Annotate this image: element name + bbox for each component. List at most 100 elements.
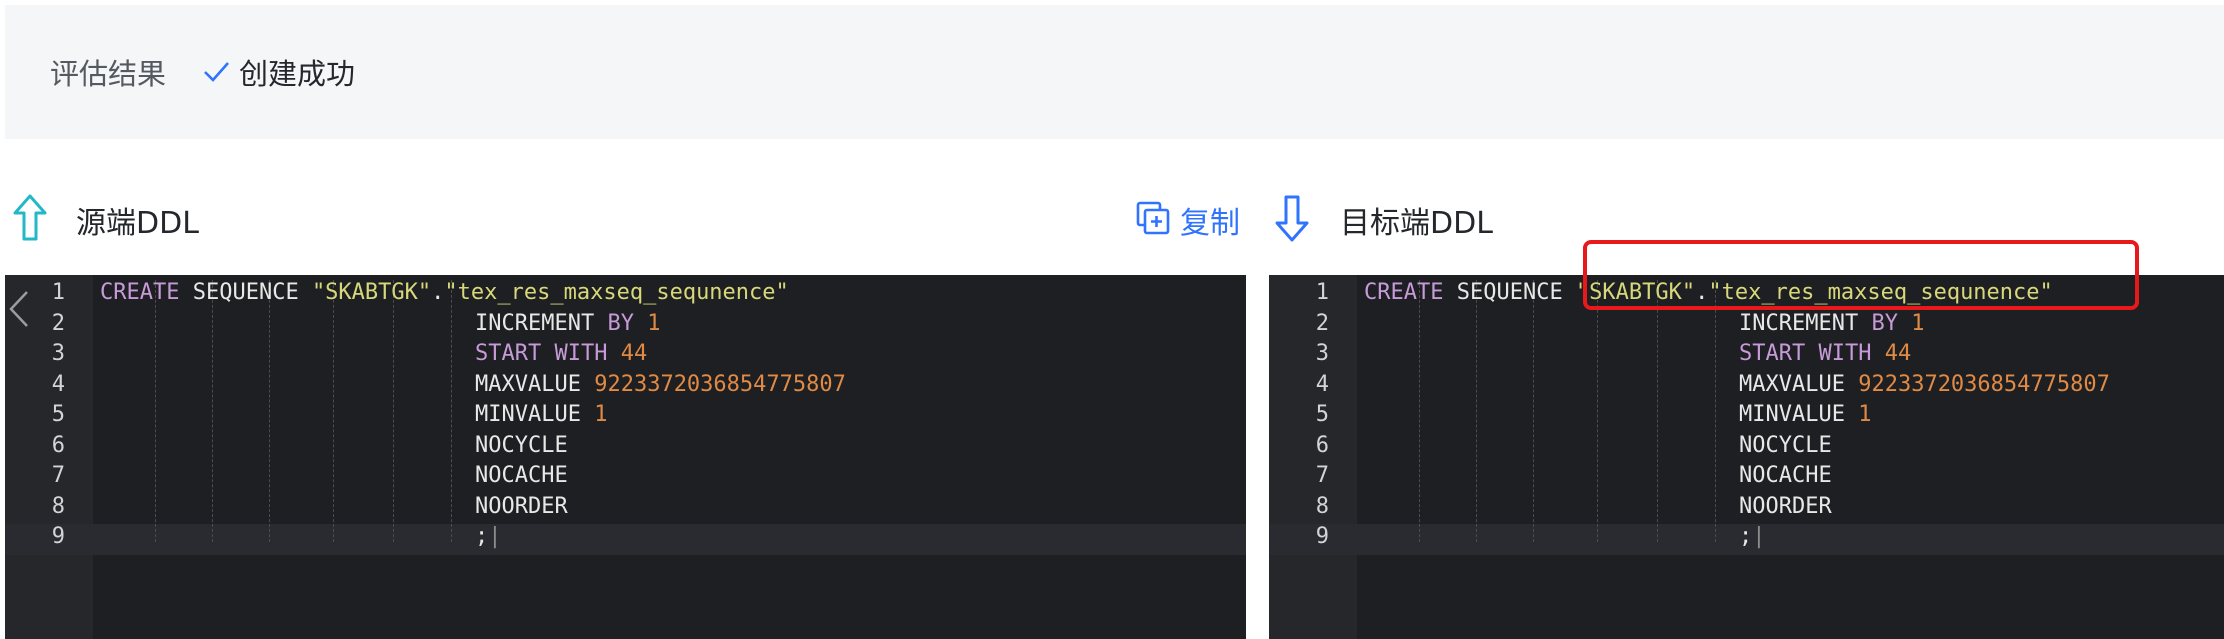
copy-button[interactable]: 复制 — [1136, 197, 1240, 243]
indent-guide — [333, 280, 334, 542]
line-number: 9 — [51, 524, 65, 549]
indent-guide — [1476, 280, 1477, 542]
code-line: ;| — [475, 522, 502, 553]
indent-guide — [393, 280, 394, 542]
code-token: 1 — [1858, 402, 1872, 427]
code-line: NOORDER — [1739, 492, 1832, 523]
indent-guide — [269, 280, 270, 542]
code-token: ; — [1739, 524, 1753, 549]
code-line: NOORDER — [475, 492, 568, 523]
code-token: INCREMENT — [1739, 310, 1872, 336]
code-token: NOORDER — [475, 493, 568, 519]
code-token: NOCACHE — [1739, 463, 1832, 488]
source-code-editor[interactable]: 1 2 3 4 5 6 7 8 9 CREATE SEQUENCE "SKABTGK"."tex_… — [5, 275, 1246, 639]
indent-guide — [1657, 280, 1658, 542]
line-number: 3 — [1315, 341, 1329, 366]
code-line: NOCYCLE — [475, 431, 568, 462]
line-number: 5 — [1315, 402, 1329, 427]
code-line: MINVALUE 1 — [475, 400, 607, 431]
code-line: MAXVALUE 9223372036854775807 — [1739, 370, 2110, 401]
code-line: ;| — [1739, 522, 1766, 553]
code-token: START WITH — [475, 341, 608, 366]
line-number: 7 — [1315, 463, 1329, 488]
code-token: BY — [1871, 310, 1898, 336]
code-token: 1 — [594, 402, 608, 427]
code-token: 9223372036854775807 — [594, 371, 846, 397]
target-code-editor[interactable]: 1 2 3 4 5 6 7 8 9 CREATE SEQUENCE "SKABTGK"."tex_… — [1269, 275, 2224, 639]
code-token: ; — [475, 524, 489, 549]
indent-guide — [1597, 280, 1598, 542]
line-number: 2 — [1315, 310, 1329, 336]
code-token: 9223372036854775807 — [1858, 371, 2110, 397]
line-number: 1 — [51, 280, 65, 305]
indent-guide — [1533, 280, 1534, 542]
result-label: 评估结果 — [50, 57, 167, 91]
indent-guide — [1419, 280, 1420, 542]
code-token: "SKABTGK" — [311, 280, 432, 305]
code-line: CREATE SEQUENCE "SKABTGK"."tex_res_maxse… — [100, 278, 789, 309]
code-line: MAXVALUE 9223372036854775807 — [475, 370, 846, 401]
check-icon — [201, 57, 231, 87]
line-number: 2 — [51, 310, 65, 336]
code-token: SEQUENCE — [179, 280, 312, 305]
code-token: NOORDER — [1739, 493, 1832, 519]
code-token: SEQUENCE — [1443, 280, 1576, 305]
line-number: 8 — [1315, 493, 1329, 519]
arrow-down-icon — [1274, 193, 1310, 247]
copy-label: 复制 — [1180, 206, 1240, 241]
line-number: 1 — [1315, 280, 1329, 305]
annotation-highlight-box — [1583, 240, 2139, 310]
indent-guide — [1715, 280, 1716, 542]
code-token: NOCACHE — [475, 463, 568, 488]
result-bar: 评估结果 创建成功 — [5, 5, 2224, 139]
current-line-highlight — [5, 524, 1246, 555]
source-ddl-header: 源端DDL — [12, 190, 199, 250]
target-ddl-header: 目标端DDL — [1274, 190, 1493, 250]
code-token: MAXVALUE — [1739, 371, 1859, 397]
code-token: MAXVALUE — [475, 371, 595, 397]
code-token: . — [431, 280, 445, 305]
indent-guide — [155, 280, 156, 542]
line-number: 4 — [1315, 371, 1329, 397]
code-token: 1 — [1911, 310, 1925, 336]
code-line: NOCACHE — [475, 461, 568, 492]
arrow-up-icon — [12, 193, 48, 247]
code-token: INCREMENT — [475, 310, 608, 336]
code-token: BY — [607, 310, 634, 336]
code-line: NOCYCLE — [1739, 431, 1832, 462]
result-status: 创建成功 — [239, 57, 356, 91]
line-number: 7 — [51, 463, 65, 488]
code-token: "tex_res_maxseq_sequnence" — [444, 280, 789, 305]
code-line: MINVALUE 1 — [1739, 400, 1871, 431]
code-token: MINVALUE — [1739, 402, 1859, 427]
code-line: START WITH 44 — [475, 339, 647, 370]
code-token: MINVALUE — [475, 402, 595, 427]
line-number: 3 — [51, 341, 65, 366]
code-token: 44 — [620, 341, 648, 366]
indent-guide — [451, 280, 452, 542]
code-token: 1 — [647, 310, 661, 336]
source-ddl-title: 源端DDL — [76, 206, 199, 241]
line-number: 4 — [51, 371, 65, 397]
code-line: INCREMENT BY 1 — [1739, 309, 1924, 340]
code-token: CREATE — [100, 280, 180, 305]
line-number: 9 — [1315, 524, 1329, 549]
line-number: 6 — [51, 432, 65, 458]
code-token: NOCYCLE — [1739, 432, 1832, 458]
code-token: START WITH — [1739, 341, 1872, 366]
code-token: NOCYCLE — [475, 432, 568, 458]
line-number: 6 — [1315, 432, 1329, 458]
text-cursor: | — [1752, 524, 1766, 549]
line-number: 8 — [51, 493, 65, 519]
code-line: START WITH 44 — [1739, 339, 1911, 370]
text-cursor: | — [488, 524, 502, 549]
code-line: INCREMENT BY 1 — [475, 309, 660, 340]
copy-icon — [1136, 201, 1170, 239]
code-token: CREATE — [1364, 280, 1444, 305]
indent-guide — [212, 280, 213, 542]
line-number: 5 — [51, 402, 65, 427]
